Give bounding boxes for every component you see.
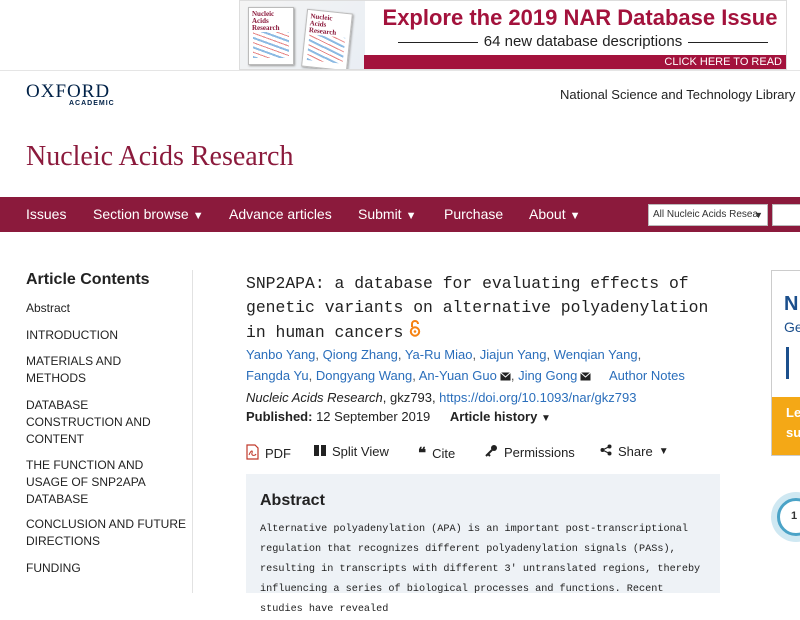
- caret-down-icon: ▼: [540, 413, 551, 424]
- institution-name[interactable]: National Science and Technology Library: [560, 87, 795, 102]
- citation-line: Nucleic Acids Research, gkz793, https://…: [246, 390, 637, 405]
- nav-purchase[interactable]: Purchase: [444, 197, 503, 232]
- oxford-logo-sub[interactable]: ACADEMIC: [69, 100, 115, 107]
- sidebar-divider: [192, 270, 193, 593]
- toc-item-function-usage[interactable]: THE FUNCTION AND USAGE OF SNP2APA DATABA…: [26, 457, 151, 508]
- magazine-cover-1: Nucleic Acids Research: [248, 7, 294, 65]
- banner-magazine-art: Nucleic Acids Research Nucleic Acids Res…: [240, 1, 365, 69]
- split-view-icon: [314, 444, 326, 459]
- caret-down-icon: ▼: [569, 210, 581, 222]
- ad-banner[interactable]: Nucleic Acids Research Nucleic Acids Res…: [239, 0, 787, 70]
- ad-text: su: [786, 425, 800, 440]
- toc-item-database-construction[interactable]: DATABASE CONSTRUCTION AND CONTENT: [26, 397, 156, 448]
- abstract-section: Abstract Alternative polyadenylation (AP…: [246, 474, 720, 615]
- magazine-title: Nucleic Acids Research: [252, 10, 280, 32]
- nav-section-browse[interactable]: Section browse ▼: [93, 197, 204, 232]
- banner-title: Explore the 2019 NAR Database Issue: [382, 5, 778, 30]
- share-button[interactable]: Share ▼: [600, 444, 669, 459]
- author-link[interactable]: Dongyang Wang: [316, 368, 412, 383]
- nav-about[interactable]: About ▼: [529, 197, 580, 232]
- toc-item-funding[interactable]: FUNDING: [26, 560, 186, 577]
- key-icon: [485, 444, 498, 460]
- pdf-icon: [246, 444, 259, 463]
- mail-icon[interactable]: [580, 366, 592, 387]
- author-link[interactable]: Fangda Yu: [246, 368, 309, 383]
- journal-title[interactable]: Nucleic Acids Research: [26, 141, 293, 173]
- altmetric-badge[interactable]: 1: [771, 492, 800, 542]
- search-scope-select[interactable]: All Nucleic Acids Resea ▼: [648, 204, 768, 226]
- nav-advance-articles[interactable]: Advance articles: [229, 197, 332, 232]
- author-notes-link[interactable]: Author Notes: [609, 368, 685, 383]
- author-link[interactable]: Jing Gong: [518, 368, 577, 383]
- author-link[interactable]: Qiong Zhang: [323, 347, 398, 362]
- split-view-button[interactable]: Split View: [314, 444, 389, 459]
- author-link[interactable]: Yanbo Yang: [246, 347, 315, 362]
- cite-button[interactable]: ❝ Cite: [418, 444, 455, 462]
- toc-item-conclusion[interactable]: CONCLUSION AND FUTURE DIRECTIONS: [26, 516, 186, 550]
- author-link[interactable]: An-Yuan Guo: [419, 368, 497, 383]
- site-header: OXFORD ACADEMIC National Science and Tec…: [0, 70, 800, 125]
- caret-down-icon: ▼: [658, 446, 669, 457]
- doi-link[interactable]: https://doi.org/10.1093/nar/gkz793: [439, 390, 636, 405]
- author-link[interactable]: Jiajun Yang: [480, 347, 547, 362]
- author-link[interactable]: Ya-Ru Miao: [405, 347, 473, 362]
- ad-text: N: [784, 293, 799, 315]
- abstract-heading: Abstract: [260, 492, 325, 509]
- permissions-button[interactable]: Permissions: [485, 444, 575, 460]
- caret-down-icon: ▼: [405, 210, 417, 222]
- share-icon: [600, 444, 612, 459]
- article-title: SNP2APA: a database for evaluating effec…: [246, 272, 726, 345]
- journal-name: Nucleic Acids Research: [246, 390, 383, 405]
- toc-item-abstract[interactable]: Abstract: [26, 300, 186, 317]
- caret-down-icon: ▼: [192, 210, 204, 222]
- ad-text: Le: [786, 405, 800, 420]
- nav-submit[interactable]: Submit ▼: [358, 197, 416, 232]
- caret-down-icon: ▼: [754, 210, 763, 220]
- abstract-text: Alternative polyadenylation (APA) is an …: [260, 524, 701, 615]
- author-list: Yanbo Yang, Qiong Zhang, Ya-Ru Miao, Jia…: [246, 344, 746, 387]
- published-line: Published: 12 September 2019 Article his…: [246, 409, 551, 424]
- ad-text: Ge: [784, 319, 800, 335]
- pdf-button[interactable]: PDF: [246, 444, 291, 463]
- article-history-dropdown[interactable]: Article history ▼: [450, 409, 551, 424]
- toc-item-introduction[interactable]: INTRODUCTION: [26, 327, 186, 344]
- magazine-cover-2: Nucleic Acids Research: [301, 8, 353, 69]
- quote-icon: ❝: [418, 445, 427, 462]
- published-date: 12 September 2019: [316, 409, 431, 424]
- toc-heading: Article Contents: [26, 271, 150, 288]
- banner-cta-link[interactable]: CLICK HERE TO READ: [364, 55, 786, 69]
- author-link[interactable]: Wenqian Yang: [554, 347, 638, 362]
- open-access-icon: [409, 320, 421, 345]
- nav-issues[interactable]: Issues: [26, 197, 66, 232]
- banner-subtitle: 64 new database descriptions: [388, 33, 778, 50]
- toc-item-materials-methods[interactable]: MATERIALS AND METHODS: [26, 353, 136, 387]
- mail-icon[interactable]: [499, 366, 511, 387]
- search-input[interactable]: [772, 204, 800, 226]
- side-advertisement[interactable]: N Ge Le su: [771, 270, 800, 456]
